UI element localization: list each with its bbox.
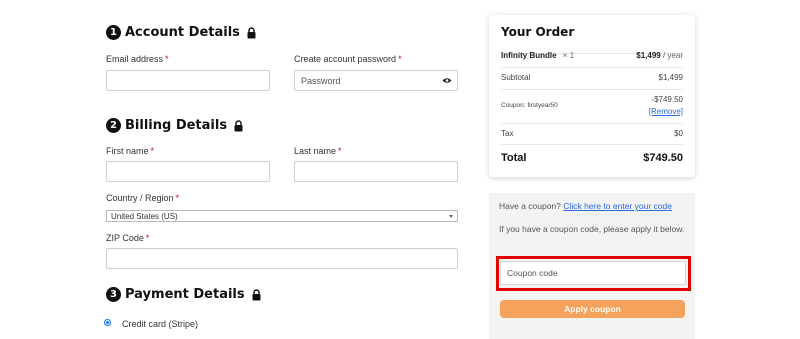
item-price: $1,499 bbox=[636, 51, 661, 60]
zip-label: ZIP Code * bbox=[106, 233, 150, 243]
tax-value: $0 bbox=[674, 129, 683, 138]
coupon-discount-value: -$749.50 bbox=[651, 95, 683, 104]
country-selected-value: United States (US) bbox=[111, 211, 178, 221]
item-name: Infinity Bundle bbox=[501, 51, 557, 60]
step-number: 2 bbox=[106, 118, 121, 133]
step-number: 3 bbox=[106, 287, 121, 302]
section-title: Payment Details bbox=[125, 287, 245, 302]
enter-coupon-link[interactable]: Click here to enter your code bbox=[563, 201, 672, 211]
apply-coupon-button[interactable]: Apply coupon bbox=[500, 300, 685, 318]
payment-details-heading: 3 Payment Details bbox=[106, 287, 262, 302]
divider bbox=[501, 67, 683, 68]
password-label: Create account password * bbox=[294, 54, 402, 64]
item-qty: × 1 bbox=[562, 51, 575, 60]
coupon-row: Coupon: firstyear50 -$749.50 [Remove] bbox=[501, 94, 683, 116]
total-row: Total $749.50 bbox=[501, 152, 683, 164]
payment-method-radio[interactable] bbox=[104, 319, 111, 326]
payment-method-label: Credit card (Stripe) bbox=[122, 319, 199, 329]
item-period: / year bbox=[662, 51, 683, 60]
lock-icon bbox=[247, 26, 256, 38]
order-item-row: Infinity Bundle × 1 $1,499 / year bbox=[501, 51, 683, 60]
show-password-icon[interactable] bbox=[442, 77, 452, 84]
coupon-instruction: If you have a coupon code, please apply … bbox=[499, 224, 685, 234]
lock-icon bbox=[252, 288, 261, 300]
subtotal-value: $1,499 bbox=[658, 73, 683, 82]
last-name-label: Last name * bbox=[294, 146, 342, 156]
subtotal-label: Subtotal bbox=[501, 73, 531, 82]
country-select[interactable]: United States (US) bbox=[106, 210, 458, 222]
order-summary-card: Your Order Infinity Bundle × 1 $1,499 / … bbox=[489, 15, 695, 177]
zip-field[interactable] bbox=[106, 248, 458, 269]
remove-coupon-link[interactable]: [Remove] bbox=[649, 106, 683, 118]
section-title: Billing Details bbox=[125, 118, 228, 133]
first-name-field[interactable] bbox=[106, 161, 270, 182]
country-label: Country / Region * bbox=[106, 193, 180, 203]
order-title: Your Order bbox=[501, 25, 575, 39]
coupon-applied-label: Coupon: firstyear50 bbox=[501, 102, 558, 109]
step-number: 1 bbox=[106, 25, 121, 40]
divider bbox=[501, 89, 683, 90]
last-name-field[interactable] bbox=[294, 161, 458, 182]
subtotal-row: Subtotal $1,499 bbox=[501, 73, 683, 82]
coupon-placeholder: Coupon code bbox=[507, 268, 558, 278]
divider bbox=[501, 144, 683, 145]
coupon-code-input[interactable]: Coupon code bbox=[500, 261, 686, 285]
divider bbox=[501, 123, 683, 124]
billing-details-heading: 2 Billing Details bbox=[106, 118, 244, 133]
password-field[interactable]: Password bbox=[294, 70, 458, 91]
tax-row: Tax $0 bbox=[501, 129, 683, 138]
email-label: Email address * bbox=[106, 54, 169, 64]
password-placeholder: Password bbox=[301, 75, 341, 86]
lock-icon bbox=[234, 119, 243, 131]
email-field[interactable] bbox=[106, 70, 270, 91]
total-value: $749.50 bbox=[643, 152, 683, 164]
coupon-prompt: Have a coupon? Click here to enter your … bbox=[499, 201, 672, 211]
chevron-down-icon bbox=[449, 215, 453, 218]
total-label: Total bbox=[501, 152, 527, 164]
section-title: Account Details bbox=[125, 25, 240, 40]
tax-label: Tax bbox=[501, 129, 514, 138]
first-name-label: First name * bbox=[106, 146, 155, 156]
account-details-heading: 1 Account Details bbox=[106, 25, 257, 40]
